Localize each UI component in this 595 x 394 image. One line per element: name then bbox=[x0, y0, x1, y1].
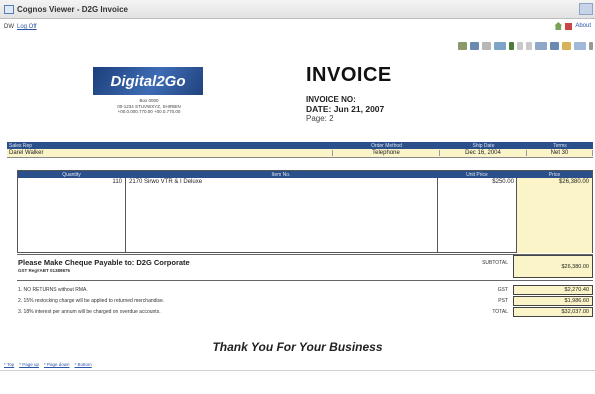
address-line: +00.0.000.770.00 +00.0.770.00 bbox=[117, 109, 181, 114]
column-header-unit-price: Unit Price bbox=[466, 171, 488, 178]
ship-date-value: Dec 16, 2004 bbox=[440, 150, 527, 156]
page-up-link[interactable]: * Page up bbox=[19, 362, 39, 367]
column-divider bbox=[125, 178, 126, 253]
order-info-row: Darel Walker Telephone Dec 16, 2004 Net … bbox=[7, 149, 593, 158]
window-control-button[interactable] bbox=[579, 3, 593, 15]
company-logo: Digital2Go bbox=[93, 67, 203, 95]
invoice-page: Page: 2 bbox=[306, 114, 334, 123]
invoice-number-label: INVOICE NO: bbox=[306, 95, 356, 104]
order-info-header: Sales Rep Order Method Ship Date Terms bbox=[7, 142, 593, 149]
divider bbox=[17, 254, 593, 255]
header-terms: Terms bbox=[553, 142, 567, 149]
home-icon[interactable] bbox=[554, 22, 563, 30]
divider bbox=[17, 280, 593, 281]
thank-you-message: Thank You For Your Business bbox=[212, 340, 383, 354]
row-quantity: 110 bbox=[112, 179, 122, 185]
price-column-bg bbox=[516, 178, 592, 253]
menubar-right: About bbox=[554, 22, 591, 30]
column-divider bbox=[516, 178, 517, 253]
run-icon[interactable] bbox=[509, 42, 514, 50]
viewer-toolbar bbox=[458, 42, 593, 50]
gst-label: GST bbox=[497, 287, 508, 293]
items-table: Quantity Item No. Unit Price Price 110 2… bbox=[17, 170, 593, 253]
header-sales-rep: Sales Rep bbox=[9, 142, 33, 149]
window-title: Cognos Viewer - D2G Invoice bbox=[17, 4, 128, 14]
portal-icon[interactable] bbox=[562, 42, 571, 50]
save-icon[interactable] bbox=[458, 42, 467, 50]
total-value: $32,037.00 bbox=[513, 307, 593, 317]
menubar: DW Log Off About bbox=[0, 20, 595, 34]
invoice-date: DATE: Jun 21, 2007 bbox=[306, 104, 385, 114]
about-link[interactable]: About bbox=[575, 23, 591, 29]
header-order-method: Order Method bbox=[371, 142, 402, 149]
flag-icon[interactable] bbox=[565, 22, 573, 30]
add-bookmark-icon[interactable] bbox=[550, 42, 559, 50]
pst-label: PST bbox=[498, 298, 508, 304]
subtotal-label: SUBTOTAL bbox=[482, 260, 508, 266]
company-address: Box 0000 00-1234 STUVWXYZ, SHIRBIN +00.0… bbox=[84, 98, 214, 115]
save-as-icon[interactable] bbox=[470, 42, 479, 50]
window-app-icon bbox=[4, 4, 14, 14]
window-titlebar: Cognos Viewer - D2G Invoice bbox=[0, 0, 595, 19]
drill-up-icon[interactable] bbox=[517, 42, 523, 50]
invoice-title: INVOICE bbox=[306, 64, 392, 86]
total-label: TOTAL bbox=[492, 309, 508, 315]
view-format-icon[interactable] bbox=[494, 42, 506, 50]
row-unit-price: $250.00 bbox=[492, 179, 514, 185]
go-to-icon[interactable] bbox=[535, 42, 547, 50]
gst-registration: GST Reg#ABT 01389876 bbox=[18, 268, 71, 273]
term-line: 3. 18% interest per annum will be charge… bbox=[18, 309, 161, 315]
items-header: Quantity Item No. Unit Price Price bbox=[18, 171, 592, 178]
user-label: DW bbox=[4, 24, 14, 30]
column-header-price: Price bbox=[548, 171, 561, 178]
layout-icon[interactable] bbox=[574, 42, 586, 50]
column-divider bbox=[437, 178, 438, 253]
page-navigation: * Top * Page up * Page down * Bottom bbox=[4, 362, 92, 367]
sales-rep-value: Darel Walker bbox=[7, 150, 333, 156]
footer-divider bbox=[0, 370, 595, 371]
term-line: 1. NO RETURNS without RMA. bbox=[18, 287, 88, 293]
page-down-link[interactable]: * Page down bbox=[44, 362, 70, 367]
order-method-value: Telephone bbox=[333, 150, 440, 156]
bottom-link[interactable]: * Bottom bbox=[75, 362, 92, 367]
email-icon[interactable] bbox=[482, 42, 491, 50]
top-link[interactable]: * Top bbox=[4, 362, 14, 367]
gst-value: $2,270.40 bbox=[513, 285, 593, 295]
column-header-item: Item No. bbox=[271, 171, 291, 178]
table-row: 110 2170 Sirwo VTR & I Deluxe $250.00 $2… bbox=[18, 179, 592, 185]
row-item: 2170 Sirwo VTR & I Deluxe bbox=[129, 179, 203, 185]
subtotal-value: $26,380.00 bbox=[513, 255, 593, 278]
logoff-link[interactable]: Log Off bbox=[17, 24, 37, 30]
row-price: $26,380.00 bbox=[558, 179, 589, 185]
column-header-quantity: Quantity bbox=[62, 171, 81, 178]
term-line: 2. 15% restocking charge will be applied… bbox=[18, 298, 165, 304]
drill-down-icon[interactable] bbox=[526, 42, 532, 50]
header-ship-date: Ship Date bbox=[472, 142, 495, 149]
cheque-instructions: Please Make Cheque Payable to: D2G Corpo… bbox=[18, 258, 190, 267]
toolbar-overflow-icon[interactable] bbox=[589, 42, 593, 50]
terms-value: Net 30 bbox=[527, 150, 593, 156]
pst-value: $1,986.60 bbox=[513, 296, 593, 306]
